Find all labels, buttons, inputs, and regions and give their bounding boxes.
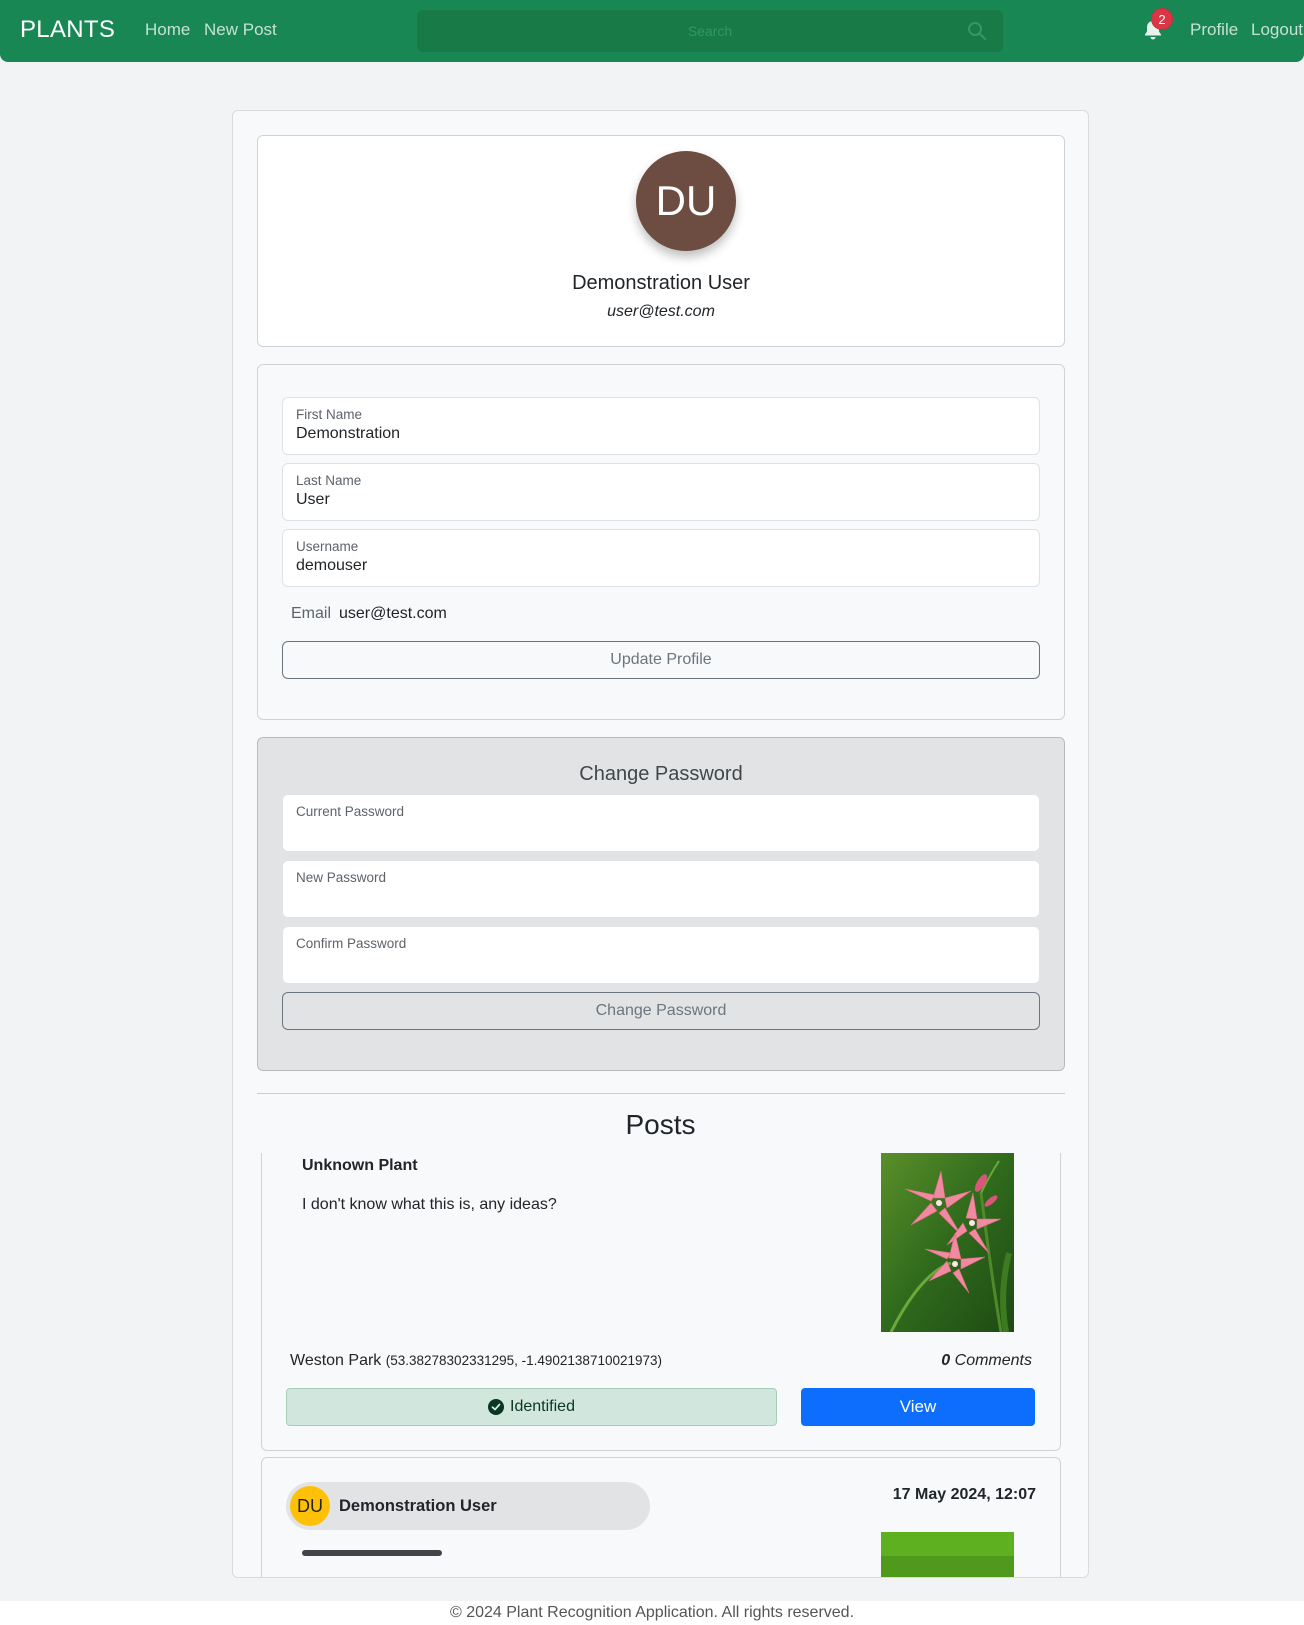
post-location: Weston Park (53.38278302331295, -1.49021… bbox=[290, 1352, 662, 1370]
status-label: Identified bbox=[510, 1398, 575, 1415]
view-post-button[interactable]: View bbox=[801, 1388, 1035, 1426]
nav-profile-link[interactable]: Profile bbox=[1190, 20, 1238, 40]
profile-name: Demonstration User bbox=[572, 272, 750, 294]
author-pill[interactable]: DU Demonstration User bbox=[286, 1482, 650, 1530]
post-comments: 0 Comments bbox=[941, 1352, 1032, 1370]
search-input[interactable]: Search bbox=[417, 10, 1003, 52]
nav-new-post-link[interactable]: New Post bbox=[204, 20, 277, 40]
current-password-field[interactable]: Current Password bbox=[282, 794, 1040, 852]
new-password-label: New Password bbox=[296, 870, 387, 885]
post-date: 17 May 2024, 12:07 bbox=[892, 1486, 1036, 1503]
first-name-label: First Name bbox=[296, 407, 363, 422]
confirm-password-field[interactable]: Confirm Password bbox=[282, 926, 1040, 984]
profile-form: First Name Demonstration Last Name User … bbox=[257, 364, 1065, 720]
avatar: DU bbox=[636, 151, 736, 251]
search-placeholder: Search bbox=[687, 23, 733, 39]
notification-badge: 2 bbox=[1151, 8, 1173, 30]
first-name-value[interactable]: Demonstration bbox=[296, 425, 400, 443]
email-label: Email bbox=[291, 605, 332, 622]
main-container: DU Demonstration User user@test.com Firs… bbox=[232, 110, 1089, 1578]
post-plant-image[interactable] bbox=[881, 1153, 1014, 1332]
change-password-form: Change Password Current Password New Pas… bbox=[257, 737, 1065, 1071]
search-icon[interactable] bbox=[967, 21, 987, 41]
profile-email: user@test.com bbox=[607, 303, 715, 320]
divider bbox=[257, 1093, 1065, 1094]
profile-card: DU Demonstration User user@test.com bbox=[257, 135, 1065, 347]
post-title-clipped bbox=[302, 1550, 442, 1556]
post-card: Unknown Plant I don't know what this is,… bbox=[261, 1153, 1061, 1451]
post-location-name: Weston Park bbox=[290, 1352, 382, 1369]
comment-label: Comments bbox=[954, 1352, 1032, 1369]
posts-heading: Posts bbox=[625, 1109, 696, 1140]
current-password-label: Current Password bbox=[296, 804, 405, 819]
last-name-label: Last Name bbox=[296, 473, 362, 488]
post-plant-image[interactable] bbox=[881, 1532, 1014, 1577]
email-value: user@test.com bbox=[339, 605, 447, 622]
change-password-button[interactable]: Change Password bbox=[282, 992, 1040, 1030]
post-card: DU Demonstration User 17 May 2024, 12:07 bbox=[261, 1457, 1061, 1577]
new-password-field[interactable]: New Password bbox=[282, 860, 1040, 918]
post-description: I don't know what this is, any ideas? bbox=[302, 1196, 557, 1213]
last-name-field[interactable]: Last Name User bbox=[282, 463, 1040, 521]
author-name: Demonstration User bbox=[339, 1497, 497, 1515]
nav-logout-link[interactable]: Logout bbox=[1251, 20, 1303, 40]
username-field[interactable]: Username demouser bbox=[282, 529, 1040, 587]
navbar: PLANTS Home New Post Search 2 Profile Lo… bbox=[0, 0, 1304, 62]
nav-home-link[interactable]: Home bbox=[145, 20, 190, 40]
status-badge: Identified bbox=[286, 1388, 777, 1426]
change-password-title: Change Password bbox=[579, 763, 743, 785]
last-name-value[interactable]: User bbox=[296, 491, 330, 509]
first-name-field[interactable]: First Name Demonstration bbox=[282, 397, 1040, 455]
comment-count: 0 bbox=[941, 1352, 951, 1369]
username-value[interactable]: demouser bbox=[296, 557, 367, 575]
username-label: Username bbox=[296, 539, 359, 554]
confirm-password-label: Confirm Password bbox=[296, 936, 407, 951]
update-profile-button[interactable]: Update Profile bbox=[282, 641, 1040, 679]
post-location-coords: (53.38278302331295, -1.4902138710021973) bbox=[385, 1353, 663, 1368]
brand-logo[interactable]: PLANTS bbox=[20, 16, 115, 44]
footer: © 2024 Plant Recognition Application. Al… bbox=[0, 1601, 1304, 1625]
post-title: Unknown Plant bbox=[302, 1157, 418, 1174]
check-circle-icon bbox=[488, 1399, 505, 1415]
author-avatar: DU bbox=[290, 1486, 330, 1526]
